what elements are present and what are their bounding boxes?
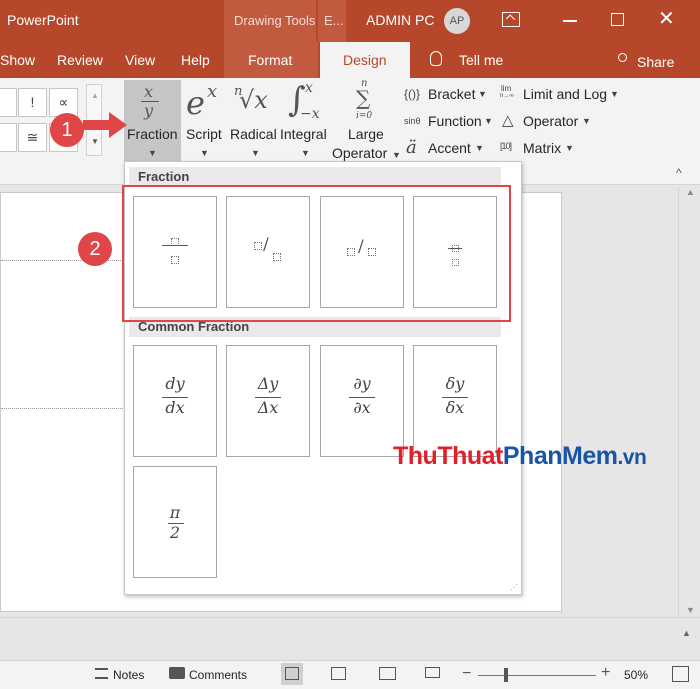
- chevron-down-icon: ▼: [200, 148, 209, 158]
- textbox-border: [1, 260, 141, 261]
- avatar[interactable]: AP: [444, 8, 470, 34]
- bracket-button[interactable]: {()} Bracket ▼: [404, 85, 494, 105]
- chevron-down-icon: ▼: [478, 89, 487, 99]
- maximize-icon[interactable]: [611, 13, 624, 26]
- tab-slide-show[interactable]: Show: [0, 52, 35, 68]
- zoom-slider[interactable]: [478, 675, 596, 676]
- share-button[interactable]: Share: [637, 54, 674, 70]
- symbol-gallery-item[interactable]: [0, 88, 17, 117]
- ribbon-tab-bar: Show Review View Help Format Design Tell…: [0, 42, 700, 78]
- user-name[interactable]: ADMIN PC: [366, 12, 434, 28]
- slide-sorter-icon[interactable]: [331, 667, 346, 680]
- watermark-logo: ThuThuatPhanMem.vn: [393, 442, 647, 470]
- integral-button[interactable]: ∫ x −x Integral ▼: [280, 80, 330, 163]
- resize-grip-icon[interactable]: ⋰: [510, 583, 518, 592]
- chevron-down-icon: ▼: [301, 148, 310, 158]
- chevron-down-icon: ▼: [484, 116, 493, 126]
- highlight-box: [122, 185, 511, 322]
- matrix-button[interactable]: [10] Matrix ▼: [500, 138, 580, 160]
- accent-icon: ä: [406, 137, 417, 158]
- common-fraction-tile[interactable]: π 2: [133, 466, 217, 578]
- status-bar: Notes Comments − + 50%: [0, 660, 700, 689]
- title-bar: PowerPoint Drawing Tools E... ADMIN PC A…: [0, 0, 700, 42]
- radical-button[interactable]: n √x Radical ▼: [229, 80, 283, 163]
- operator-icon: △: [502, 112, 514, 129]
- minimize-icon[interactable]: [563, 20, 577, 22]
- drawing-tools-group: Drawing Tools: [224, 0, 316, 42]
- tab-view[interactable]: View: [125, 52, 155, 68]
- symbol-gallery-item[interactable]: [0, 123, 17, 152]
- chevron-down-icon: ▼: [565, 143, 574, 153]
- chevron-down-icon: ▼: [582, 116, 591, 126]
- step-marker-1: 1: [50, 113, 84, 147]
- notes-button[interactable]: Notes: [113, 668, 144, 682]
- accent-button[interactable]: ä Accent ▼: [404, 137, 494, 160]
- operator-button[interactable]: △ Operator ▼: [500, 111, 600, 133]
- comments-icon: [169, 667, 185, 679]
- comments-button[interactable]: Comments: [189, 668, 247, 682]
- tell-me-search[interactable]: Tell me: [459, 52, 503, 68]
- common-fraction-tile[interactable]: δy δx: [413, 345, 497, 457]
- limit-and-log-button[interactable]: lim n→∞ Limit and Log ▼: [500, 84, 625, 106]
- fraction-button[interactable]: x y Fraction ▼: [124, 80, 181, 163]
- lightbulb-icon: [430, 51, 442, 66]
- common-fraction-tile[interactable]: Δy Δx: [226, 345, 310, 457]
- reading-view-icon[interactable]: [379, 667, 396, 680]
- notes-pane-splitter: [0, 617, 700, 660]
- function-icon: sinθ: [404, 116, 421, 126]
- equation-tools-group: E...: [318, 0, 346, 42]
- app-title: PowerPoint: [7, 12, 79, 28]
- chevron-down-icon: ▼: [392, 150, 401, 160]
- zoom-level[interactable]: 50%: [624, 668, 648, 682]
- zoom-out-button[interactable]: −: [462, 665, 471, 683]
- tab-design[interactable]: Design: [320, 42, 410, 78]
- common-fraction-tile[interactable]: ∂y ∂x: [320, 345, 404, 457]
- chevron-down-icon: ▼: [475, 143, 484, 153]
- symbol-congruent[interactable]: ≅: [18, 123, 47, 152]
- arrow-right-icon: [83, 112, 127, 138]
- bracket-icon: {()}: [404, 87, 421, 101]
- large-operator-button[interactable]: n ∑ i=0 Large Operator ▼: [331, 78, 401, 163]
- tab-format[interactable]: Format: [224, 42, 318, 78]
- share-person-icon: [618, 53, 627, 62]
- chevron-down-icon: ▼: [610, 89, 619, 99]
- close-icon[interactable]: ✕: [658, 9, 675, 29]
- zoom-in-button[interactable]: +: [601, 664, 610, 682]
- script-button[interactable]: e x Script ▼: [182, 80, 227, 163]
- function-button[interactable]: sinθ Function ▼: [404, 112, 494, 132]
- fit-to-window-icon[interactable]: [672, 666, 689, 682]
- collapse-ribbon-icon[interactable]: ^: [676, 166, 682, 180]
- tab-review[interactable]: Review: [57, 52, 103, 68]
- ribbon-display-options-icon[interactable]: [502, 12, 520, 27]
- tab-help[interactable]: Help: [181, 52, 210, 68]
- matrix-icon: [10]: [500, 141, 512, 151]
- textbox-border: [1, 408, 141, 409]
- chevron-down-icon: ▼: [251, 148, 260, 158]
- section-header-fraction: Fraction: [129, 167, 501, 187]
- vertical-scrollbar[interactable]: ▲ ▼: [678, 187, 700, 617]
- slideshow-icon[interactable]: [425, 667, 440, 678]
- symbol-exclamation[interactable]: !: [18, 88, 47, 117]
- chevron-down-icon: ▼: [148, 148, 157, 158]
- notes-icon: [95, 668, 108, 679]
- normal-view-button[interactable]: [281, 663, 303, 685]
- zoom-slider-thumb[interactable]: [504, 668, 508, 682]
- common-fraction-tile[interactable]: dy dx: [133, 345, 217, 457]
- step-marker-2: 2: [78, 232, 112, 266]
- limit-icon: lim: [501, 84, 512, 93]
- scroll-arrow-icon[interactable]: ▲: [682, 628, 691, 638]
